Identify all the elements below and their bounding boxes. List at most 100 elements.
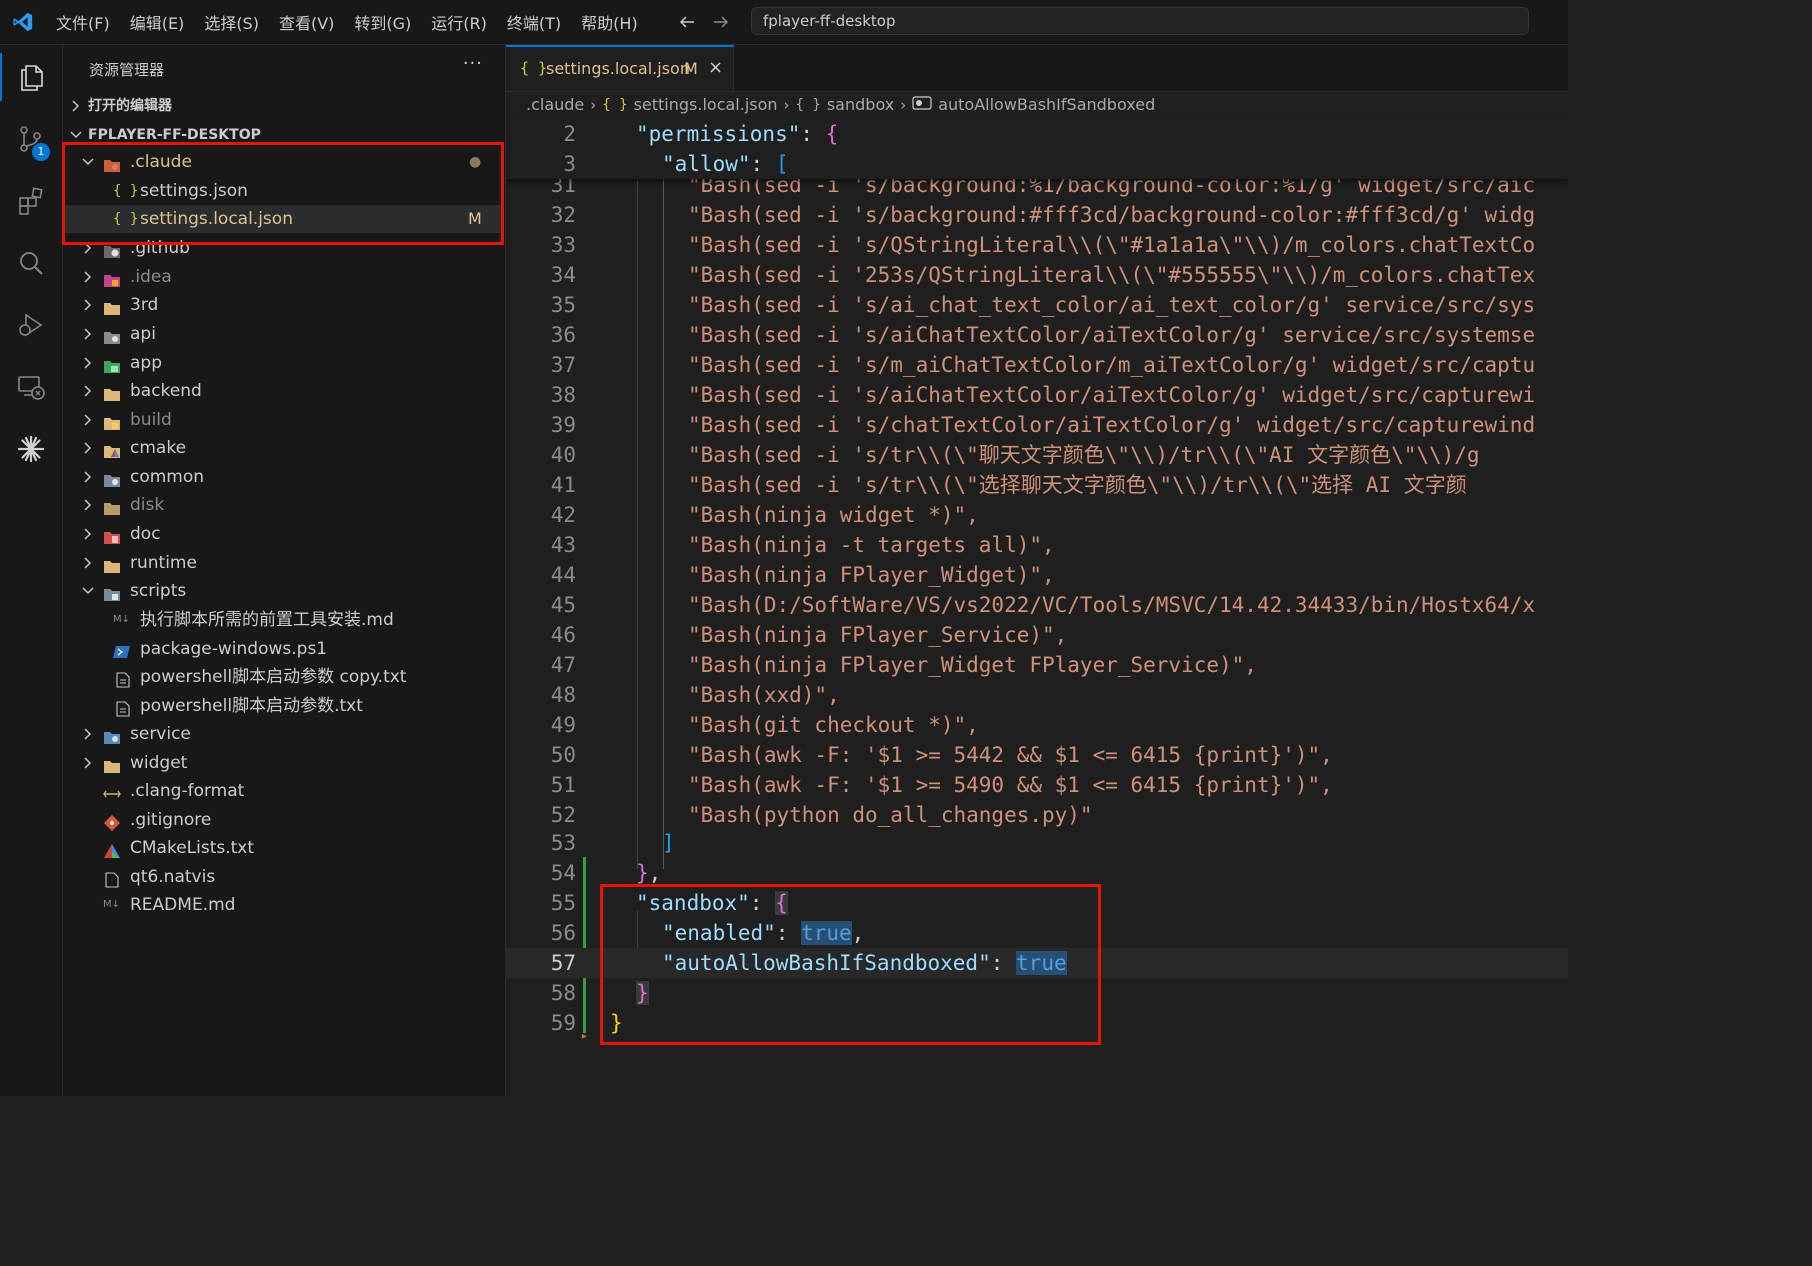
extensions-icon[interactable] bbox=[0, 177, 62, 225]
tree-folder-doc[interactable]: doc bbox=[63, 520, 504, 548]
tree-file-settings-local-json[interactable]: { } settings.local.json M bbox=[63, 205, 504, 233]
tree-label: powershell脚本启动参数 copy.txt bbox=[140, 667, 407, 687]
punct: : bbox=[750, 152, 776, 176]
tree-folder-disk[interactable]: disk bbox=[63, 491, 504, 519]
punct: : bbox=[990, 951, 1017, 975]
tab-settings-local-json[interactable]: { } settings.local.json M × bbox=[506, 45, 734, 91]
tree-folder-idea[interactable]: .idea bbox=[63, 263, 504, 291]
source-control-icon[interactable]: 1 bbox=[0, 115, 62, 163]
menu-run[interactable]: 运行(R) bbox=[431, 10, 487, 34]
json-key: "enabled" bbox=[662, 921, 776, 945]
vscode-logo-icon bbox=[12, 11, 34, 37]
menu-bar: 文件(F) 编辑(E) 选择(S) 查看(V) 转到(G) 运行(R) 终端(T… bbox=[46, 0, 648, 44]
scm-count-badge: 1 bbox=[32, 143, 50, 161]
tree-file-gitignore[interactable]: .gitignore bbox=[63, 806, 504, 834]
chevron-right-icon bbox=[81, 377, 95, 405]
tree-folder-common[interactable]: common bbox=[63, 463, 504, 491]
tree-label: common bbox=[130, 467, 205, 487]
tree-folder-scripts[interactable]: scripts bbox=[63, 577, 504, 605]
json-bool: true bbox=[1016, 951, 1067, 975]
tree-folder-api[interactable]: api bbox=[63, 320, 504, 348]
code-line: 56 "enabled": true, bbox=[506, 918, 1568, 948]
tree-file-clang-format[interactable]: .clang-format bbox=[63, 777, 504, 805]
json-string: "Bash(ninja FPlayer_Widget FPlayer_Servi… bbox=[688, 653, 1257, 677]
line-number: 54 bbox=[550, 861, 576, 885]
folder-icon bbox=[103, 555, 121, 573]
tree-folder-build[interactable]: build bbox=[63, 406, 504, 434]
folder-scripts-icon bbox=[103, 583, 121, 601]
folder-doc-icon bbox=[103, 526, 121, 544]
tree-file-md[interactable]: M↓ 执行脚本所需的前置工具安装.md bbox=[63, 606, 504, 634]
tree-folder-cmake[interactable]: cmake bbox=[63, 434, 504, 462]
code-line: 41 "Bash(sed -i 's/tr\\(\"选择聊天文字颜色\"\\)/t… bbox=[506, 470, 1568, 500]
tree-label: backend bbox=[130, 381, 202, 401]
punct: : bbox=[775, 921, 802, 945]
tree-file-ps1[interactable]: package-windows.ps1 bbox=[63, 635, 504, 663]
menu-file[interactable]: 文件(F) bbox=[56, 10, 110, 34]
chevron-right-icon bbox=[81, 463, 95, 491]
menu-edit[interactable]: 编辑(E) bbox=[130, 10, 185, 34]
text-file-icon bbox=[115, 698, 133, 717]
tree-folder-backend[interactable]: backend bbox=[63, 377, 504, 405]
search-icon[interactable] bbox=[0, 239, 62, 287]
json-file-icon: { } bbox=[113, 183, 139, 199]
tree-file-txt[interactable]: powershell脚本启动参数.txt bbox=[63, 692, 504, 720]
chevron-right-icon bbox=[81, 720, 95, 748]
menu-go[interactable]: 转到(G) bbox=[354, 10, 411, 34]
breadcrumb-folder[interactable]: .claude bbox=[526, 95, 584, 114]
tree-folder-3rd[interactable]: 3rd bbox=[63, 291, 504, 319]
back-arrow-icon[interactable] bbox=[676, 11, 698, 37]
tree-file-natvis[interactable]: qt6.natvis bbox=[63, 863, 504, 891]
json-key: "permissions" bbox=[636, 122, 801, 146]
menu-help[interactable]: 帮助(H) bbox=[581, 10, 638, 34]
boolean-property-icon bbox=[912, 95, 932, 114]
folder-icon bbox=[103, 755, 121, 773]
claude-sparkle-icon[interactable] bbox=[0, 425, 62, 473]
tree-file-cmakelists[interactable]: CMakeLists.txt bbox=[63, 834, 504, 862]
close-icon[interactable]: × bbox=[708, 57, 723, 78]
run-debug-icon[interactable] bbox=[0, 301, 62, 349]
line-number: 2 bbox=[563, 122, 576, 146]
line-number: 41 bbox=[550, 473, 576, 497]
tree-label: app bbox=[130, 353, 162, 373]
explorer-icon[interactable] bbox=[0, 53, 62, 101]
tree-label: api bbox=[130, 324, 156, 344]
tree-file-txt-copy[interactable]: powershell脚本启动参数 copy.txt bbox=[63, 663, 504, 691]
breadcrumb-file[interactable]: settings.local.json bbox=[634, 95, 778, 114]
tree-file-settings-json[interactable]: { } settings.json bbox=[63, 177, 504, 205]
line-number: 36 bbox=[550, 323, 576, 347]
remote-explorer-icon[interactable] bbox=[0, 363, 62, 411]
tree-folder-widget[interactable]: widget bbox=[63, 749, 504, 777]
chevron-right-icon bbox=[81, 520, 95, 548]
cmake-file-icon bbox=[103, 840, 121, 858]
code-line: 59 } bbox=[506, 1008, 1568, 1038]
tree-folder-claude[interactable]: .claude ● bbox=[63, 148, 504, 176]
json-string: "Bash(ninja widget *)", bbox=[688, 503, 979, 527]
open-editors-section[interactable]: 打开的编辑器 bbox=[63, 92, 504, 120]
tree-folder-app[interactable]: app bbox=[63, 349, 504, 377]
tree-folder-runtime[interactable]: runtime bbox=[63, 549, 504, 577]
breadcrumb-sandbox[interactable]: sandbox bbox=[827, 95, 894, 114]
fold-marker-icon: ▸ bbox=[582, 1031, 588, 1042]
forward-arrow-icon[interactable] bbox=[710, 11, 732, 37]
json-string: "Bash(sed -i 's/QStringLiteral\\(\"#1a1a… bbox=[688, 233, 1536, 257]
tree-label: package-windows.ps1 bbox=[140, 639, 328, 659]
menu-view[interactable]: 查看(V) bbox=[279, 10, 334, 34]
git-file-icon bbox=[103, 812, 121, 831]
tree-folder-github[interactable]: .github bbox=[63, 234, 504, 262]
tree-folder-service[interactable]: service bbox=[63, 720, 504, 748]
workspace-section[interactable]: FPLAYER-FF-DESKTOP bbox=[63, 121, 504, 149]
tree-file-readme[interactable]: M↓ README.md bbox=[63, 891, 504, 919]
json-bool: true bbox=[801, 921, 852, 945]
open-editors-label: 打开的编辑器 bbox=[88, 98, 172, 114]
tree-label: powershell脚本启动参数.txt bbox=[140, 696, 363, 716]
command-center-search[interactable]: fplayer-ff-desktop bbox=[751, 7, 1529, 35]
more-actions-icon[interactable]: ··· bbox=[463, 53, 483, 74]
json-string: "Bash(sed -i 's/tr\\(\"选择聊天文字颜色\"\\)/tr\… bbox=[688, 473, 1467, 497]
breadcrumb-property[interactable]: autoAllowBashIfSandboxed bbox=[938, 95, 1155, 114]
menu-terminal[interactable]: 终端(T) bbox=[507, 10, 561, 34]
folder-icon bbox=[103, 497, 121, 515]
tree-label: qt6.natvis bbox=[130, 867, 216, 887]
menu-selection[interactable]: 选择(S) bbox=[204, 10, 259, 34]
code-line: 37 "Bash(sed -i 's/m_aiChatTextColor/m_ai… bbox=[506, 350, 1568, 380]
